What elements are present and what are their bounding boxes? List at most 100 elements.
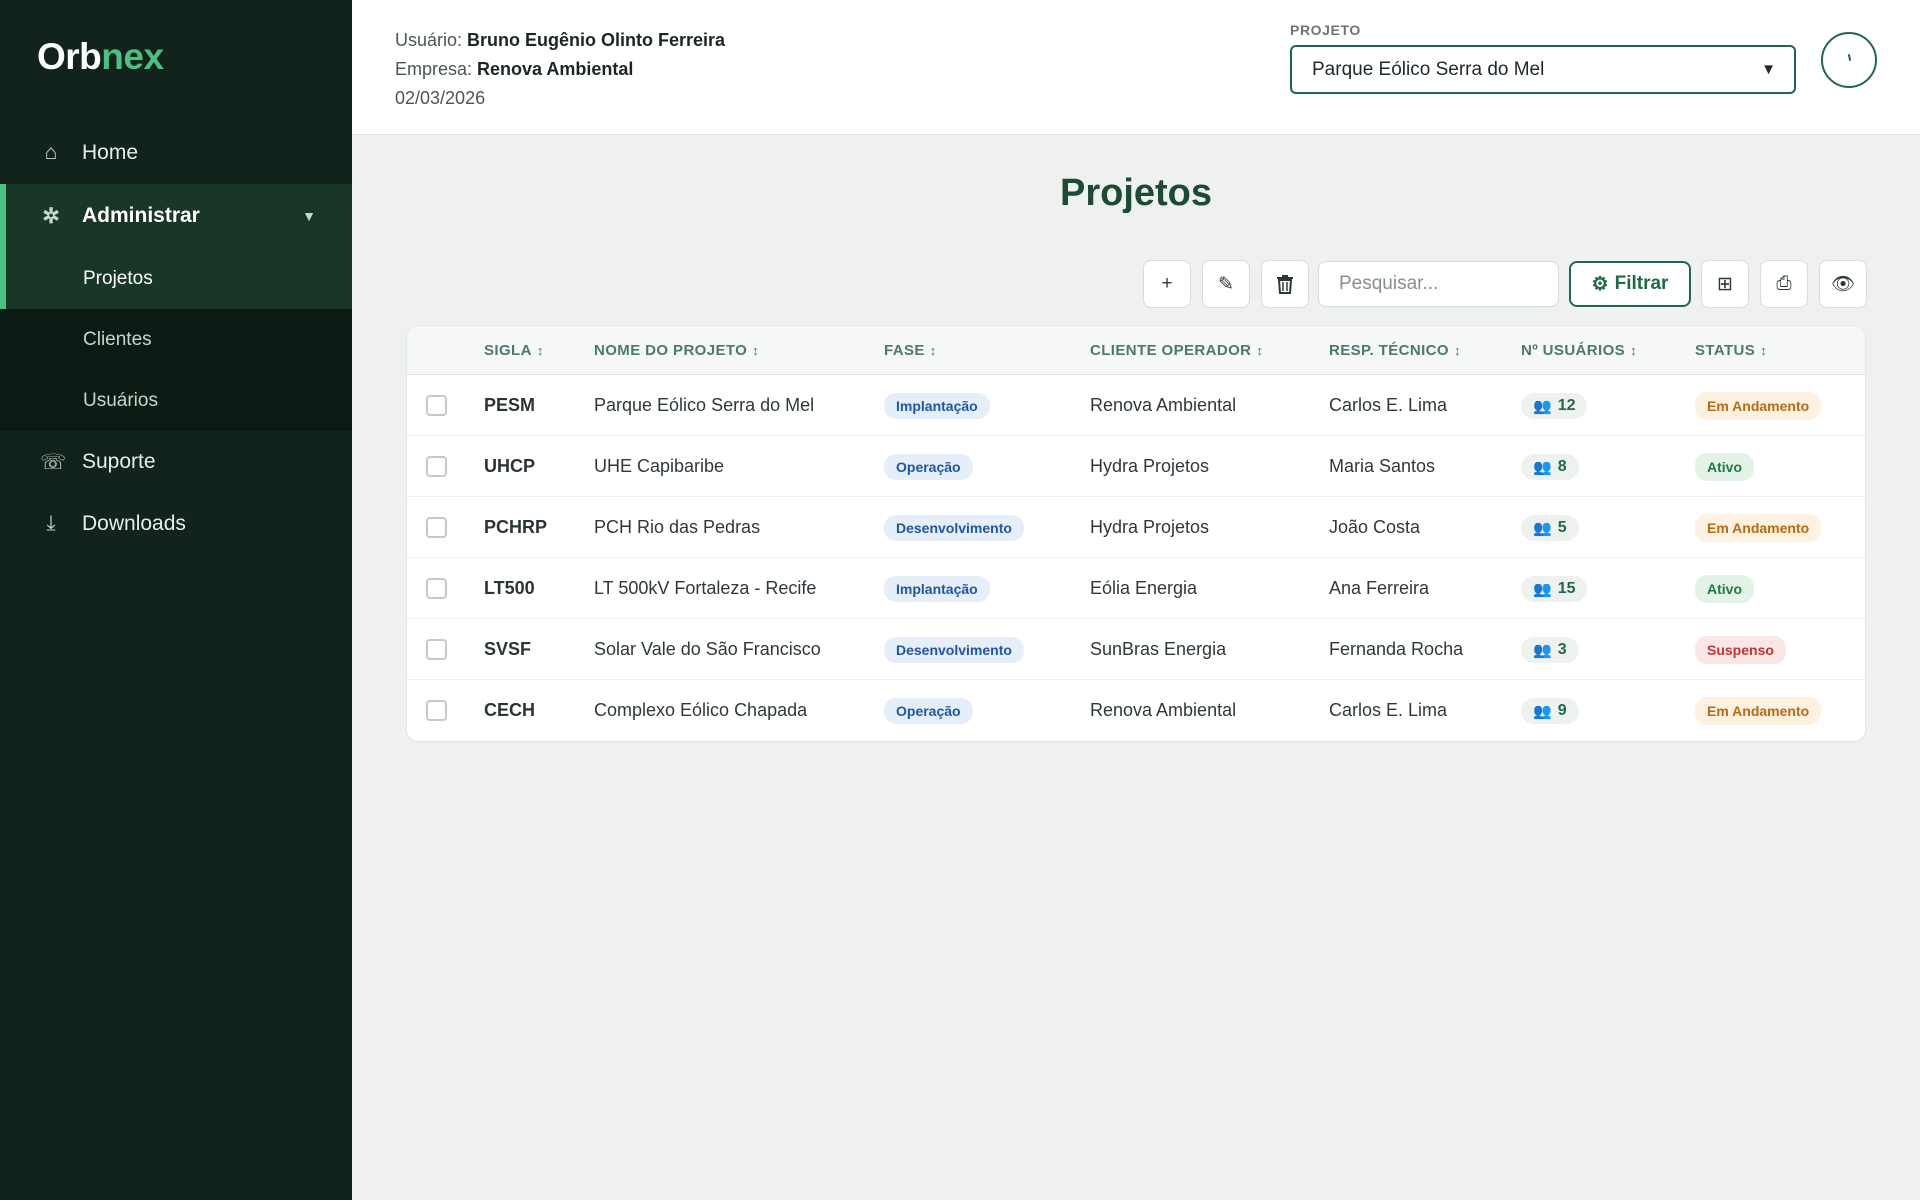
plus-icon: + — [1161, 273, 1173, 294]
row-checkbox[interactable] — [426, 639, 447, 660]
users-badge: 👥 12 — [1521, 392, 1588, 419]
admin-gear-icon: ✲ — [42, 204, 60, 228]
users-count: 3 — [1557, 640, 1567, 658]
column-header-status[interactable]: STATUS ↕ — [1695, 326, 1767, 375]
sidebar-subitem-label: Clientes — [83, 328, 152, 350]
cell-nome: LT 500kV Fortaleza - Recife — [594, 578, 817, 598]
sidebar-item-suporte[interactable]: ☏ Suporte — [0, 431, 352, 493]
filter-button[interactable]: ⚙ Filtrar — [1569, 261, 1691, 307]
column-header-resp[interactable]: RESP. TÉCNICO ↕ — [1329, 326, 1461, 375]
row-checkbox[interactable] — [426, 395, 447, 416]
cell-resp: Maria Santos — [1329, 456, 1436, 476]
users-count: 12 — [1557, 396, 1576, 414]
cell-usuarios: 👥 12 — [1521, 375, 1588, 436]
company-label: Empresa: — [395, 59, 473, 79]
column-header-sigla[interactable]: SIGLA ↕ — [484, 326, 544, 375]
column-header-label: FASE — [884, 342, 925, 359]
eye-icon: 👁 — [1830, 274, 1856, 295]
table-row[interactable]: PCHRP PCH Rio das Pedras Desenvolvimento… — [407, 497, 1865, 558]
logo-text-orb: Orb — [37, 36, 102, 77]
sidebar-subitem-projetos[interactable]: Projetos — [0, 248, 352, 309]
sort-icon: ↕ — [752, 343, 760, 358]
cell-cliente: Hydra Projetos — [1090, 517, 1210, 537]
grid-icon: ⊞ — [1717, 273, 1733, 295]
export-icon: ⎙ — [1776, 273, 1792, 294]
column-header-usuarios[interactable]: Nº USUÁRIOS ↕ — [1521, 326, 1637, 375]
company-line: Empresa: Renova Ambiental — [395, 55, 725, 84]
view-button[interactable]: 👁 — [1819, 260, 1867, 308]
cell-nome: Complexo Eólico Chapada — [594, 700, 808, 720]
cell-resp: Carlos E. Lima — [1329, 395, 1448, 415]
column-header-label: NOME DO PROJETO — [594, 342, 748, 359]
table-row[interactable]: CECH Complexo Eólico Chapada Operação Re… — [407, 680, 1865, 741]
table-row[interactable]: SVSF Solar Vale do São Francisco Desenvo… — [407, 619, 1865, 680]
cell-usuarios: 👥 9 — [1521, 680, 1579, 741]
sidebar-subitem-label: Usuários — [83, 389, 158, 411]
users-count: 5 — [1557, 518, 1567, 536]
sidebar-item-administrar[interactable]: ✲ Administrar ▼ — [0, 184, 352, 248]
column-header-cliente[interactable]: CLIENTE OPERADOR ↕ — [1090, 326, 1263, 375]
sidebar-subitem-usuarios[interactable]: Usuários — [0, 370, 352, 431]
users-badge: 👥 5 — [1521, 514, 1579, 541]
row-checkbox[interactable] — [426, 456, 447, 477]
table-row[interactable]: LT500 LT 500kV Fortaleza - Recife Implan… — [407, 558, 1865, 619]
cell-fase: Desenvolvimento — [884, 619, 1024, 680]
cell-sigla: CECH — [484, 700, 536, 720]
cell-cliente: Renova Ambiental — [1090, 395, 1237, 415]
sidebar-subitem-clientes[interactable]: Clientes — [0, 309, 352, 370]
delete-button[interactable] — [1261, 260, 1309, 308]
sidebar-item-home[interactable]: ⌂ Home — [0, 122, 352, 184]
fase-badge: Operação — [884, 697, 973, 724]
cell-sigla: SVSF — [484, 639, 532, 659]
column-header-fase[interactable]: FASE ↕ — [884, 326, 937, 375]
users-badge: 👥 8 — [1521, 453, 1579, 480]
pencil-icon: ✎ — [1218, 273, 1234, 295]
search-input[interactable] — [1318, 261, 1559, 307]
users-icon: 👥 — [1533, 397, 1552, 415]
users-count: 8 — [1557, 457, 1567, 475]
columns-button[interactable]: ⊞ — [1701, 260, 1749, 308]
table-row[interactable]: PESM Parque Eólico Serra do Mel Implanta… — [407, 375, 1865, 436]
export-button[interactable]: ⎙ — [1760, 260, 1808, 308]
cell-status: Em Andamento — [1695, 375, 1822, 436]
user-line: Usuário: Bruno Eugênio Olinto Ferreira — [395, 26, 725, 55]
cell-status: Em Andamento — [1695, 680, 1822, 741]
cell-usuarios: 👥 8 — [1521, 436, 1579, 497]
company-name: Renova Ambiental — [477, 59, 634, 79]
fase-badge: Implantação — [884, 392, 990, 419]
download-icon: ⤓ — [46, 512, 56, 535]
clock-icon-button[interactable] — [1821, 32, 1877, 88]
users-badge: 👥 15 — [1521, 575, 1588, 602]
row-checkbox[interactable] — [426, 517, 447, 538]
filter-label: Filtrar — [1614, 273, 1669, 294]
cell-status: Suspenso — [1695, 619, 1786, 680]
cell-fase: Implantação — [884, 558, 990, 619]
sidebar-item-label: Home — [82, 141, 139, 164]
column-header-nome[interactable]: NOME DO PROJETO ↕ — [594, 326, 759, 375]
project-select[interactable]: Parque Eólico Serra do Mel ▼ — [1290, 45, 1796, 94]
add-button[interactable]: + — [1143, 260, 1191, 308]
cell-cliente: Renova Ambiental — [1090, 700, 1237, 720]
cell-cliente: Eólia Energia — [1090, 578, 1198, 598]
current-date: 02/03/2026 — [395, 88, 486, 108]
status-badge: Em Andamento — [1695, 696, 1822, 725]
fase-badge: Desenvolvimento — [884, 514, 1024, 541]
sidebar: Orbnex ⌂ Home ✲ Administrar ▼ Projetos C… — [0, 0, 352, 1200]
row-checkbox[interactable] — [426, 700, 447, 721]
column-header-label: STATUS — [1695, 342, 1756, 359]
user-info: Usuário: Bruno Eugênio Olinto Ferreira E… — [395, 26, 725, 113]
row-checkbox[interactable] — [426, 578, 447, 599]
cell-nome: Solar Vale do São Francisco — [594, 639, 821, 659]
sort-icon: ↕ — [1760, 343, 1768, 358]
users-icon: 👥 — [1533, 519, 1552, 537]
cell-sigla: PCHRP — [484, 517, 548, 537]
sidebar-item-downloads[interactable]: ⤓ Downloads — [0, 493, 352, 555]
status-badge: Suspenso — [1695, 635, 1786, 664]
table-row[interactable]: UHCP UHE Capibaribe Operação Hydra Proje… — [407, 436, 1865, 497]
status-badge: Em Andamento — [1695, 513, 1822, 542]
app-logo[interactable]: Orbnex — [37, 36, 164, 78]
edit-button[interactable]: ✎ — [1202, 260, 1250, 308]
status-badge: Ativo — [1695, 452, 1754, 481]
column-header-label: RESP. TÉCNICO — [1329, 342, 1449, 359]
sort-icon: ↕ — [1453, 343, 1461, 358]
